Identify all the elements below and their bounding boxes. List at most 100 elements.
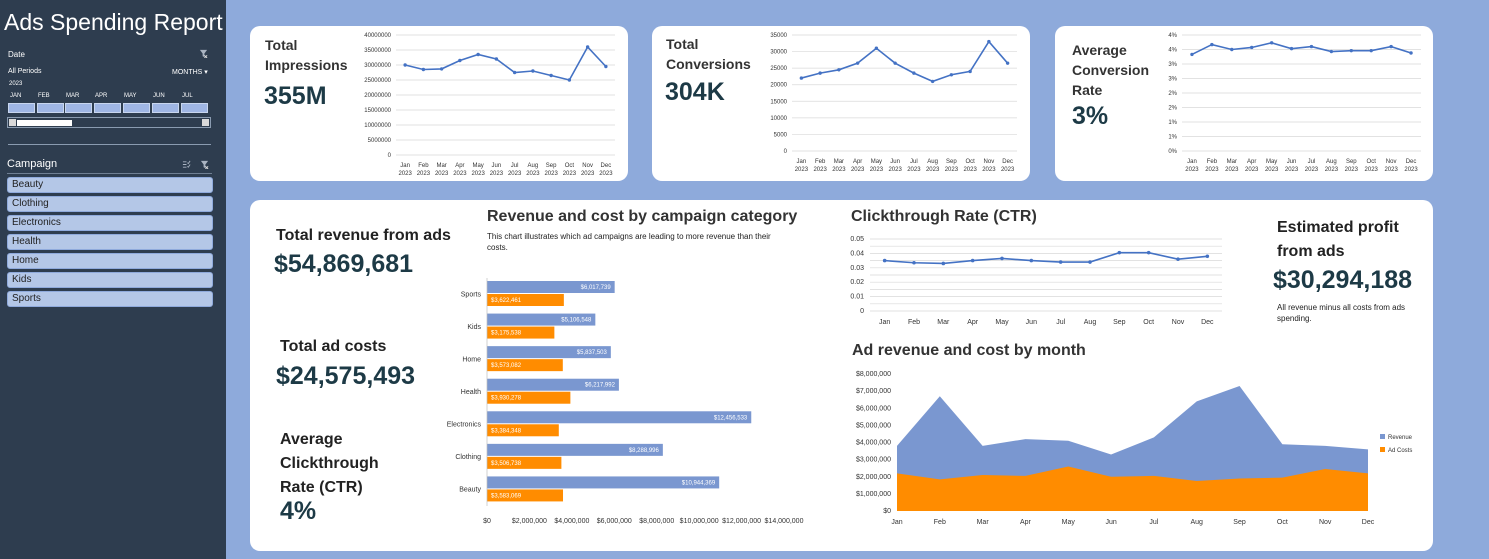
data-point [837,68,841,72]
monthly-area-chart: $0 $1,000,000 $2,000,000 $3,000,000 $4,000,0… [856,371,1413,526]
y-tick-label: 4% [1168,33,1177,39]
x-tick-label: Aug [528,163,539,169]
profit-label: Estimated profit from ads [1277,219,1399,260]
data-point [604,64,608,69]
x-tick-label: Aug [1190,519,1203,526]
x-tick-label: $2,000,000 [512,518,547,525]
divider [8,144,211,145]
impressions-chart: 0 5000000 10000000 15000000 20000000 25000000… [364,33,615,177]
x-tick-label: Sep [1233,519,1246,526]
clear-filter-icon[interactable] [199,49,208,58]
x-tick-year: 2023 [963,167,977,173]
y-tick-label: 5000000 [368,138,392,144]
x-tick-label: Sep [1346,159,1357,165]
campaign-slicer-title: Campaign [7,158,58,170]
category-label: Health [461,389,481,396]
y-tick-label: 35000000 [364,48,391,54]
x-tick-label: Aug [927,159,938,165]
y-tick-label: 30000000 [364,63,391,69]
cost-bar-label: $3,622,461 [491,298,522,304]
y-tick-label: 1% [1168,120,1177,126]
conversion-rate-value: 3% [1072,102,1109,130]
campaign-item-beauty[interactable]: Beauty [7,177,213,193]
timeline-month-label: APR [95,93,108,99]
x-tick-label: Mar [834,159,844,165]
x-tick-label: Jan [797,159,807,165]
x-tick-label: $8,000,000 [639,518,674,525]
y-tick-label: 2% [1168,91,1177,97]
timeline-scrollbar[interactable] [7,117,211,128]
x-tick-year: 2023 [926,167,940,173]
campaign-item-clothing[interactable]: Clothing [7,196,213,212]
timeline-cell[interactable] [181,103,208,113]
scroll-thumb[interactable] [17,120,72,126]
campaign-item-health[interactable]: Health [7,234,213,250]
data-point [1230,47,1234,52]
revenue-bar-label: $6,217,992 [585,383,616,389]
revenue-label: Total revenue from ads [276,227,451,244]
clear-filter-icon[interactable] [200,160,209,169]
multi-select-icon[interactable] [182,160,191,169]
data-point [1029,258,1034,263]
x-tick-year: 2023 [888,167,902,173]
x-tick-year: 2023 [813,167,827,173]
x-tick-label: May [472,163,483,169]
x-tick-label: Jul [511,163,519,169]
y-tick-label: 0 [388,153,392,159]
revenue-bar-label: $12,456,533 [714,415,748,421]
ctr-label: Average Clickthrough Rate (CTR) [280,431,379,496]
timeline-cell[interactable] [37,103,64,113]
period-unit-dropdown[interactable]: MONTHS ▾ [172,68,208,76]
y-tick-label: 10000 [770,116,787,122]
scroll-left-icon[interactable] [9,119,16,126]
campaign-item-sports[interactable]: Sports [7,291,213,307]
campaign-item-electronics[interactable]: Electronics [7,215,213,231]
x-tick-year: 2023 [851,167,865,173]
data-point [1329,49,1334,54]
y-tick-label: 0 [784,149,788,155]
x-tick-label: Sep [546,163,557,169]
y-tick-label: 10000000 [364,123,391,129]
profit-note: All revenue minus all costs from ads spe… [1277,303,1406,323]
data-point [1409,51,1413,55]
x-tick-label: Jan [879,319,890,326]
category-label: Beauty [459,487,481,494]
x-tick-year: 2023 [1365,167,1379,173]
data-point [882,258,887,263]
data-point [968,69,972,74]
scroll-right-icon[interactable] [202,119,209,126]
revenue-bar-label: $8,288,996 [629,448,660,454]
date-filter-label: Date [8,50,25,59]
x-tick-label: Jan [891,519,902,526]
revenue-bar [487,411,752,424]
x-tick-label: Feb [418,163,429,169]
campaign-item-home[interactable]: Home [7,253,213,269]
x-tick-year: 2023 [1225,167,1239,173]
timeline-cell[interactable] [152,103,179,113]
x-tick-label: Mar [1227,159,1237,165]
sidebar: Ads Spending Report Date All Periods MON… [0,0,226,559]
legend-label: Revenue [1388,435,1413,441]
x-tick-label: Dec [1406,159,1417,165]
data-point [585,45,590,49]
timeline-cell[interactable] [123,103,150,113]
x-tick-label: Jan [400,163,410,169]
timeline-cell[interactable] [8,103,35,113]
data-point [1088,260,1092,264]
data-point [855,61,860,65]
campaign-item-kids[interactable]: Kids [7,272,213,288]
data-point [1250,45,1254,50]
x-tick-year: 2023 [795,167,809,173]
timeline-cell[interactable] [94,103,121,113]
data-point [874,46,879,50]
x-tick-label: Apr [1020,519,1032,526]
data-point [1210,42,1214,47]
timeline-cell[interactable] [65,103,92,113]
cost-bar-label: $3,175,538 [491,331,522,337]
ad-costs-label: Total ad costs [280,338,387,355]
y-tick-label: $6,000,000 [856,405,891,412]
conversion-rate-card: Average Conversion Rate 3% 0% 1% 1% 2% 2% 3% 3… [1055,26,1433,181]
y-tick-label: $5,000,000 [856,422,891,429]
x-tick-year: 2023 [1245,167,1259,173]
data-point [799,76,804,80]
